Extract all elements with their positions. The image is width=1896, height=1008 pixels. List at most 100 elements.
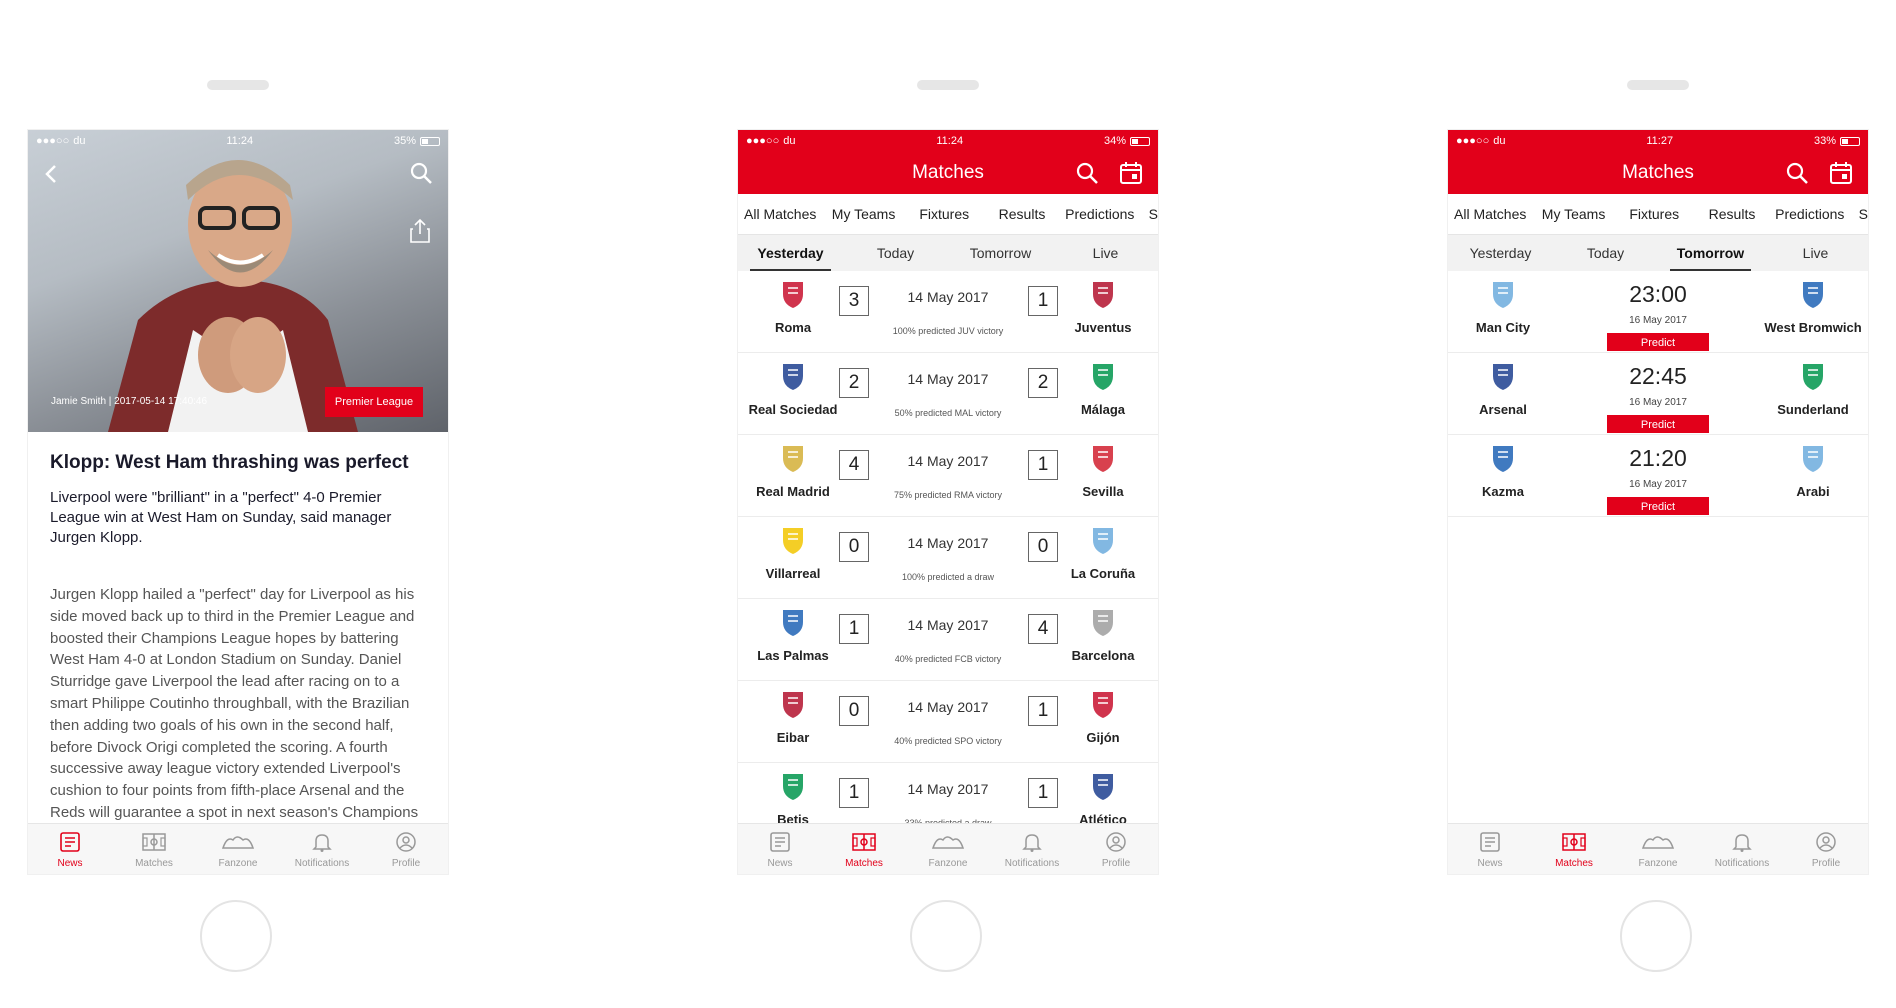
news-screen: ●●●○○ du 11:24 35% Jamie Smith | 2017-05-… (28, 130, 448, 874)
nav-matches[interactable]: Matches (822, 824, 906, 874)
status-bar: ●●●○○ du 11:24 35% (28, 130, 448, 152)
match-tabs: All Matches My Teams Fixtures Results Pr… (738, 194, 1158, 235)
nav-notifications[interactable]: Notifications (990, 824, 1074, 874)
home-team-name: Villarreal (765, 566, 821, 581)
subtab-live[interactable]: Live (1763, 235, 1868, 271)
away-team[interactable]: Juventus (1038, 279, 1158, 335)
predict-button[interactable]: Predict (1607, 415, 1709, 433)
predict-button[interactable]: Predict (1607, 497, 1709, 515)
search-icon[interactable] (408, 160, 434, 186)
search-icon[interactable] (1074, 160, 1100, 186)
home-button[interactable] (200, 900, 272, 972)
team-crest-icon (783, 528, 803, 554)
calendar-icon[interactable] (1828, 160, 1854, 186)
match-row[interactable]: Real Sociedad 2 14 May 2017 2 Málaga 50% pred… (738, 353, 1158, 435)
subtab-today[interactable]: Today (843, 235, 948, 271)
away-team[interactable]: Sevilla (1038, 443, 1158, 499)
pitch-icon (1562, 833, 1586, 851)
search-icon[interactable] (1784, 160, 1810, 186)
tab-fixtures[interactable]: Fixtures (905, 194, 983, 234)
away-team[interactable]: Sunderland (1748, 361, 1868, 417)
home-team-name: Real Sociedad (748, 402, 838, 417)
tab-all-matches[interactable]: All Matches (738, 194, 822, 234)
share-icon[interactable] (408, 218, 432, 244)
subtab-tomorrow[interactable]: Tomorrow (1658, 235, 1763, 271)
nav-profile[interactable]: Profile (1784, 824, 1868, 874)
battery-percent: 34% (1103, 135, 1126, 147)
tab-my-teams[interactable]: My Teams (1532, 194, 1616, 234)
away-team-name: Gijón (1086, 730, 1120, 745)
match-date: 14 May 2017 (907, 453, 989, 469)
away-team[interactable]: Arabi (1748, 443, 1868, 499)
fanzone-icon (221, 836, 255, 849)
tab-predictions[interactable]: Predictions (1061, 194, 1139, 234)
home-button[interactable] (1620, 900, 1692, 972)
away-team[interactable]: Gijón (1038, 689, 1158, 745)
home-team-name: Roma (774, 320, 812, 335)
day-subtabs: Yesterday Today Tomorrow Live (1448, 235, 1868, 271)
match-row[interactable]: Las Palmas 1 14 May 2017 4 Barcelona 40% pred… (738, 599, 1158, 681)
carrier-label: du (73, 135, 86, 147)
home-team-name: Eibar (776, 730, 810, 745)
team-crest-icon (1093, 528, 1113, 554)
tab-fixtures[interactable]: Fixtures (1615, 194, 1693, 234)
nav-fanzone[interactable]: Fanzone (906, 824, 990, 874)
away-team[interactable]: Málaga (1038, 361, 1158, 417)
fixture-row[interactable]: Arsenal 22:45 16 May 2017 Predict Sunderland (1448, 353, 1868, 435)
fixture-row[interactable]: Man City 23:00 16 May 2017 Predict West Brom… (1448, 271, 1868, 353)
subtab-today[interactable]: Today (1553, 235, 1658, 271)
tab-more[interactable]: S (1139, 194, 1158, 234)
nav-fanzone[interactable]: Fanzone (1616, 824, 1700, 874)
nav-news[interactable]: News (28, 824, 112, 874)
away-team[interactable]: Barcelona (1038, 607, 1158, 663)
home-team[interactable]: Kazma (1448, 443, 1568, 499)
tab-more[interactable]: S (1849, 194, 1868, 234)
phone-speaker (1627, 80, 1689, 90)
predict-button[interactable]: Predict (1607, 333, 1709, 351)
nav-notifications[interactable]: Notifications (280, 824, 364, 874)
nav-news[interactable]: News (738, 824, 822, 874)
away-team-name: Sunderland (1777, 402, 1849, 417)
subtab-live[interactable]: Live (1053, 235, 1158, 271)
team-crest-icon (1803, 282, 1823, 308)
away-team[interactable]: West Bromwich (1748, 279, 1868, 335)
match-row[interactable]: Roma 3 14 May 2017 1 Juventus 100% predicted … (738, 271, 1158, 353)
subtab-yesterday[interactable]: Yesterday (1448, 235, 1553, 271)
subtab-tomorrow[interactable]: Tomorrow (948, 235, 1053, 271)
home-team[interactable]: Man City (1448, 279, 1568, 335)
tab-all-matches[interactable]: All Matches (1448, 194, 1532, 234)
subtab-yesterday[interactable]: Yesterday (738, 235, 843, 271)
nav-news[interactable]: News (1448, 824, 1532, 874)
tab-results[interactable]: Results (983, 194, 1061, 234)
tab-predictions[interactable]: Predictions (1771, 194, 1849, 234)
match-row[interactable]: Eibar 0 14 May 2017 1 Gijón 40% predicted SPO… (738, 681, 1158, 763)
article-content: Klopp: West Ham thrashing was perfect Li… (28, 452, 448, 846)
away-team[interactable]: La Coruña (1038, 525, 1158, 581)
home-button[interactable] (910, 900, 982, 972)
tab-results[interactable]: Results (1693, 194, 1771, 234)
away-team-name: Sevilla (1082, 484, 1124, 499)
home-team[interactable]: Arsenal (1448, 361, 1568, 417)
nav-profile[interactable]: Profile (1074, 824, 1158, 874)
match-row[interactable]: Real Madrid 4 14 May 2017 1 Sevilla 75% predi… (738, 435, 1158, 517)
battery-icon (419, 136, 440, 146)
fixture-row[interactable]: Kazma 21:20 16 May 2017 Predict Arabi (1448, 435, 1868, 517)
profile-icon (396, 832, 416, 852)
tab-my-teams[interactable]: My Teams (822, 194, 906, 234)
nav-matches[interactable]: Matches (1532, 824, 1616, 874)
team-crest-icon (783, 364, 803, 390)
nav-matches[interactable]: Matches (112, 824, 196, 874)
article-body: Jurgen Klopp hailed a "perfect" day for … (50, 586, 419, 843)
away-team[interactable]: Atlético (1038, 771, 1158, 827)
match-row[interactable]: Villarreal 0 14 May 2017 0 La Coruña 100% pre… (738, 517, 1158, 599)
league-badge[interactable]: Premier League (325, 387, 423, 417)
back-arrow-icon[interactable] (40, 162, 64, 186)
match-date: 14 May 2017 (907, 371, 989, 387)
nav-notifications[interactable]: Notifications (1700, 824, 1784, 874)
nav-profile[interactable]: Profile (364, 824, 448, 874)
away-team-name: Juventus (1074, 320, 1132, 335)
app-header: Matches (738, 152, 1158, 194)
calendar-icon[interactable] (1118, 160, 1144, 186)
nav-fanzone[interactable]: Fanzone (196, 824, 280, 874)
team-crest-icon (1093, 610, 1113, 636)
